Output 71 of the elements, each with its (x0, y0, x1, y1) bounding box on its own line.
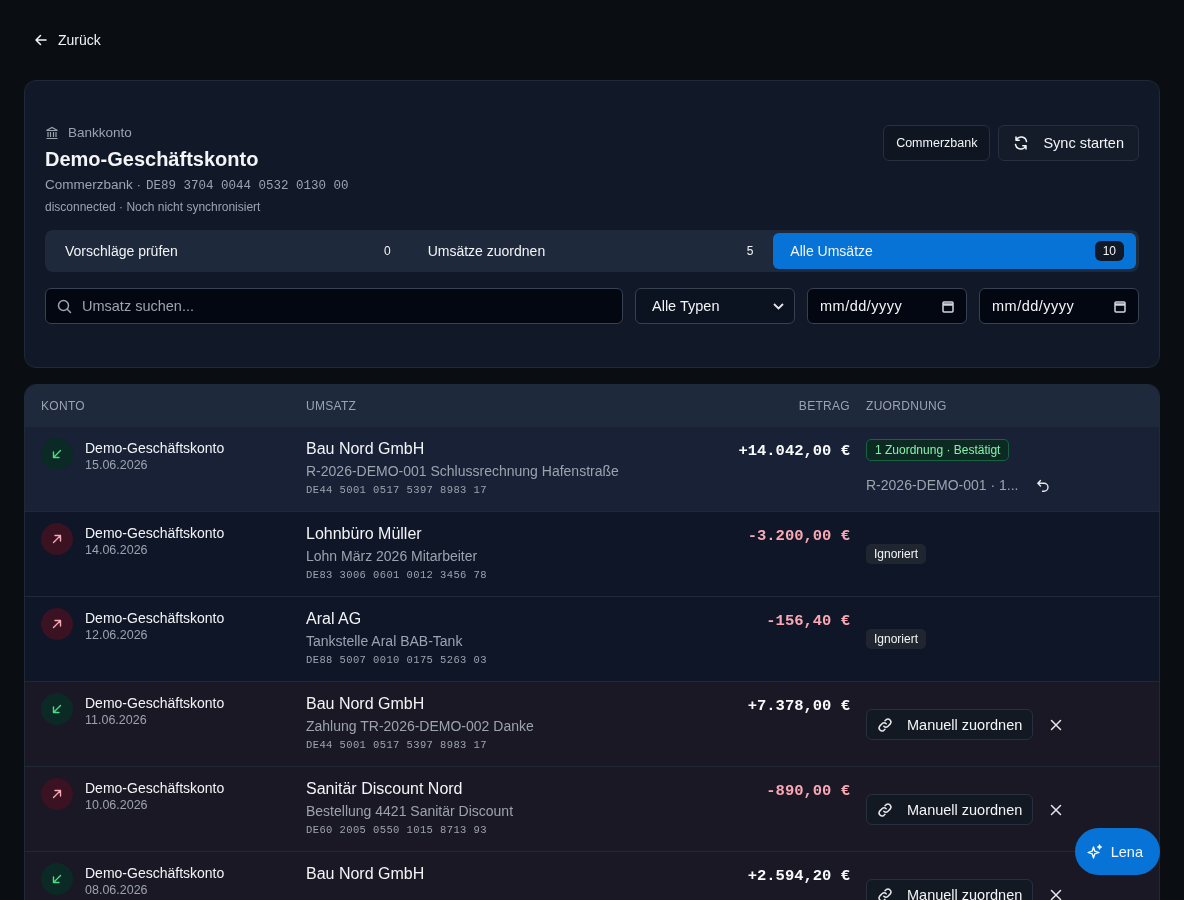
sync-button[interactable]: Sync starten (998, 125, 1139, 161)
bank-icon (45, 125, 59, 140)
amount: -890,00 € (766, 782, 850, 800)
account-type-label: Bankkonto (68, 125, 132, 140)
date-cell-text: 15.06.2026 (85, 458, 149, 472)
counterparty-iban: DE44 5001 0517 5397 8983 17 (306, 739, 488, 751)
purpose-text: R-2026-DEMO-001 Schlussrechnung Hafenstraße (306, 463, 620, 479)
counterparty-iban: DE88 5007 0010 0175 5263 03 (306, 654, 488, 666)
counterparty: Bau Nord GmbH (306, 865, 426, 883)
counterparty: Aral AG (306, 610, 363, 628)
back-arrow-icon (34, 33, 48, 47)
account-name-cell: Demo-Geschäftskonto (85, 780, 225, 796)
link-icon (877, 716, 893, 733)
account-name-cell: Demo-Geschäftskonto (85, 525, 225, 541)
status-badge: 1 Zuordnung · Bestätigt (866, 439, 1010, 461)
amount: -156,40 € (766, 612, 850, 630)
filter-tab[interactable]: Umsätze zuordnen 5 (410, 233, 774, 269)
date-cell-text: 14.06.2026 (85, 543, 149, 557)
column-header: UMSATZ (306, 398, 358, 413)
filter-tab[interactable]: Alle Umsätze 10 (773, 233, 1136, 269)
account-name-cell: Demo-Geschäftskonto (85, 695, 225, 711)
caret-icon (773, 302, 784, 310)
bank-button[interactable]: Commerzbank (883, 125, 991, 161)
amount: +2.594,20 € (747, 867, 850, 885)
counterparty: Bau Nord GmbH (306, 440, 426, 458)
sync-status: disconnected · Noch nicht synchronisiert (45, 200, 262, 214)
bank-name: Commerzbank · (45, 177, 142, 192)
account-name-cell: Demo-Geschäftskonto (85, 865, 225, 881)
date-cell-text: 08.06.2026 (85, 883, 149, 897)
link-icon (877, 886, 893, 900)
assign-button[interactable]: Manuell zuordnen (866, 709, 1034, 740)
assign-button[interactable]: Manuell zuordnen (866, 879, 1034, 900)
column-header: ZUORDNUNG (866, 398, 948, 413)
amount: -3.200,00 € (747, 527, 850, 545)
back-link[interactable]: Zurück (24, 28, 111, 52)
date-cell-text: 12.06.2026 (85, 628, 149, 642)
amount: +14.042,00 € (738, 442, 850, 460)
search-field[interactable]: Umsatz suchen... (45, 288, 623, 324)
purpose-text: Tankstelle Aral BAB-Tank (306, 633, 464, 649)
account-name-cell: Demo-Geschäftskonto (85, 610, 225, 626)
purpose-text: Bestellung 4421 Sanitär Discount (306, 803, 515, 819)
date-field[interactable]: mm/dd/yyyy (807, 288, 967, 324)
counterparty: Lohnbüro Müller (306, 525, 423, 543)
calendar-icon (942, 299, 954, 313)
date-cell-text: 11.06.2026 (85, 713, 148, 727)
date-cell-text: 10.06.2026 (85, 798, 149, 812)
counterparty-iban: DE60 2005 0550 1015 8713 93 (306, 824, 488, 836)
link-icon (877, 801, 893, 818)
column-header: KONTO (41, 398, 86, 413)
account-name: Demo-Geschäftskonto (45, 148, 260, 171)
counterparty: Bau Nord GmbH (306, 695, 426, 713)
amount: +7.378,00 € (747, 697, 850, 715)
counterparty-iban: DE44 5001 0517 5397 8983 17 (306, 484, 488, 496)
filter-tab[interactable]: Vorschläge prüfen 0 (48, 233, 411, 269)
column-header: BETRAG (797, 398, 851, 413)
purpose-text: Lohn März 2026 Mitarbeiter (306, 548, 479, 564)
counterparty-iban: DE83 3006 0601 0012 3456 78 (306, 569, 488, 581)
sparkle-icon (1086, 843, 1103, 860)
calendar-icon (1114, 299, 1126, 313)
account-name-cell: Demo-Geschäftskonto (85, 440, 225, 456)
type-select[interactable]: Alle Typen (635, 288, 795, 324)
status-badge: Ignoriert (866, 544, 927, 564)
account-iban: DE89 3704 0044 0532 0130 00 (146, 179, 349, 193)
assignment-reference: R-2026-DEMO-001 · 1... (866, 477, 1019, 493)
assign-button[interactable]: Manuell zuordnen (866, 794, 1034, 825)
status-badge: Ignoriert (866, 629, 927, 649)
counterparty: Sanitär Discount Nord (306, 780, 464, 798)
date-field[interactable]: mm/dd/yyyy (979, 288, 1139, 324)
refresh-icon (1013, 135, 1030, 151)
purpose-text: Zahlung TR-2026-DEMO-002 Danke (306, 718, 535, 734)
search-icon (57, 299, 72, 314)
